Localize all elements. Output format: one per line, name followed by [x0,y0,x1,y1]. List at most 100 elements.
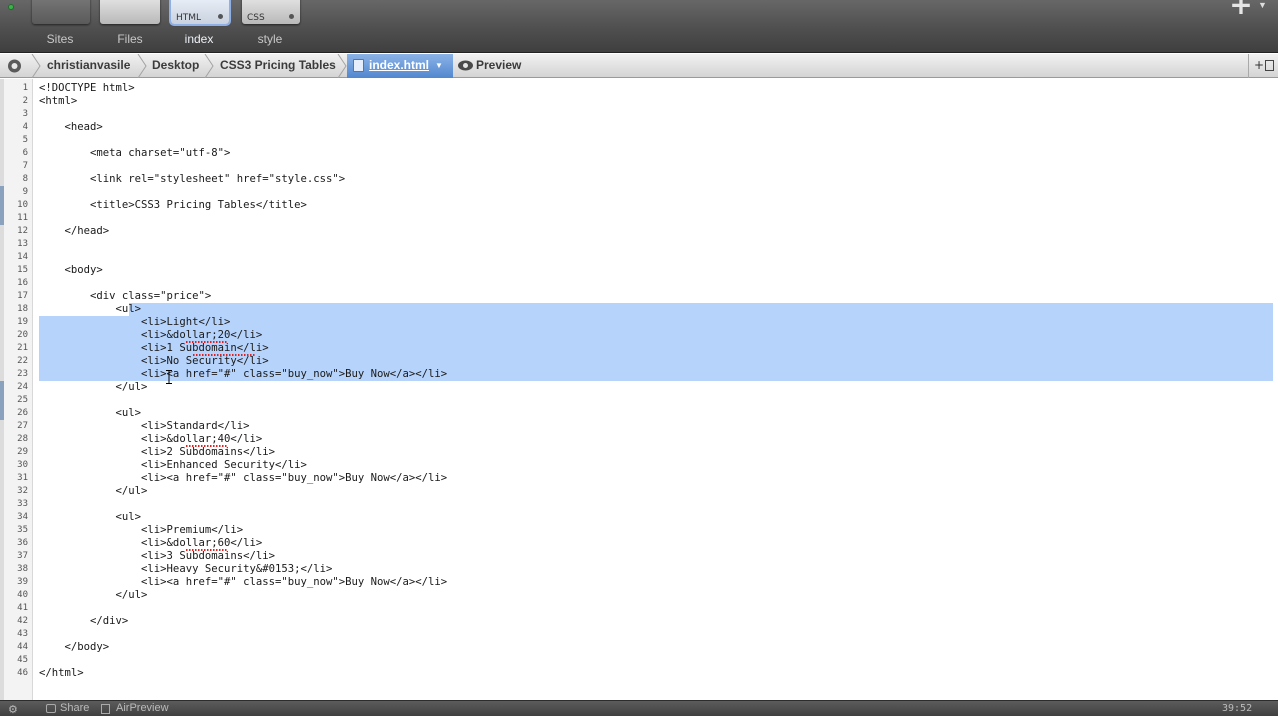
line-number: 21 [17,343,28,353]
coda-window: Sites Files HTML index CSS style + ▼ chr… [0,0,1278,716]
tab-label: Sites [46,32,74,46]
line-number: 31 [17,473,28,483]
line-number: 12 [17,226,28,236]
code-line: <li>Light</li> [39,316,231,328]
line-number: 32 [17,486,28,496]
chevron-down-icon: ▼ [435,61,443,70]
code-line: </head> [39,225,110,237]
split-view-icon[interactable] [1265,60,1274,71]
gear-icon[interactable] [6,58,23,74]
code-line: <li>Premium</li> [39,524,244,536]
top-tab-bar: Sites Files HTML index CSS style + ▼ [0,0,1278,53]
share-icon [46,704,56,713]
eye-icon[interactable] [457,59,474,72]
code-line: <li>&dollar;60</li> [39,537,263,549]
code-line: <li>&dollar;20</li> [39,329,263,341]
line-number: 36 [17,538,28,548]
status-bar: ⚙ Share AirPreview 39:52 [0,700,1278,716]
line-number: 13 [17,239,28,249]
line-number: 24 [17,382,28,392]
line-number: 5 [22,135,28,145]
tab-index[interactable]: HTML index [163,0,235,53]
line-number: 14 [17,252,28,262]
preview-button[interactable]: Preview [476,54,521,77]
line-number: 10 [17,200,28,210]
line-number: 11 [17,213,28,223]
tab-dot-icon [289,14,294,19]
current-file-label: index.html [369,58,430,72]
line-number: 28 [17,434,28,444]
line-number: 29 [17,447,28,457]
tab-dot-icon [218,14,223,19]
code-line: <ul> [39,407,142,419]
tab-label: style [257,32,283,46]
code-line: <!DOCTYPE html> [39,82,135,94]
airpreview-button[interactable]: AirPreview [116,702,169,714]
line-number: 46 [17,668,28,678]
code-line: </div> [39,615,129,627]
code-line: <link rel="stylesheet" href="style.css"> [39,173,346,185]
tab-label: Files [117,32,143,46]
line-number: 41 [17,603,28,613]
code-line: <ul> [39,303,142,315]
line-number: 37 [17,551,28,561]
plus-icon[interactable]: + [1254,54,1264,77]
code-line: <div class="price"> [39,290,212,302]
tab-style[interactable]: CSS style [234,0,306,53]
line-number: 43 [17,629,28,639]
line-number: 8 [22,174,28,184]
line-number: 15 [17,265,28,275]
code-line: <li>Enhanced Security</li> [39,459,307,471]
code-line: <li>3 Subdomains</li> [39,550,275,562]
code-line: <li><a href="#" class="buy_now">Buy Now<… [39,472,448,484]
breadcrumb-item-project[interactable]: CSS3 Pricing Tables [220,54,336,78]
spellcheck-underline [186,445,228,447]
code-line: <li>Heavy Security&#0153;</li> [39,563,333,575]
breadcrumb: christianvasile Desktop CSS3 Pricing Tab… [0,54,1278,78]
breadcrumb-item-desktop[interactable]: Desktop [152,54,199,78]
line-number: 18 [17,304,28,314]
code-line: <li><a href="#" class="buy_now">Buy Now<… [39,368,448,380]
breadcrumb-current-file[interactable]: index.html ▼ [347,54,453,78]
code-line: <ul> [39,511,142,523]
code-line: <html> [39,95,78,107]
line-number: 35 [17,525,28,535]
breadcrumb-item-christianvasile[interactable]: christianvasile [47,54,130,78]
line-number: 3 [22,109,28,119]
pane-tools: + [1248,54,1278,78]
code-line: </body> [39,641,110,653]
line-number: 25 [17,395,28,405]
tab-sites[interactable]: Sites [24,0,96,53]
code-line: </ul> [39,381,148,393]
tab-files[interactable]: Files [94,0,166,53]
device-icon [101,704,110,714]
tab-thumbnail [32,0,90,24]
line-number: 27 [17,421,28,431]
line-number: 40 [17,590,28,600]
ibeam-cursor-icon [166,370,172,384]
status-dot-icon [8,4,14,10]
code-line: <li>2 Subdomains</li> [39,446,275,458]
line-number: 39 [17,577,28,587]
chevron-down-icon[interactable]: ▼ [1258,0,1267,10]
gear-icon[interactable]: ⚙ [8,703,18,716]
tab-label: index [184,32,214,46]
spellcheck-underline [193,354,256,356]
line-number: 30 [17,460,28,470]
html-file-icon [353,59,364,72]
line-number: 26 [17,408,28,418]
line-number: 7 [22,161,28,171]
line-number: 9 [22,187,28,197]
tab-thumbnail: CSS [242,0,300,24]
line-number: 16 [17,278,28,288]
chevron-right-icon [137,54,147,78]
share-button[interactable]: Share [60,702,89,714]
tab-thumbnail [100,0,160,24]
tab-thumbnail: HTML [171,0,229,24]
code-editor[interactable]: 1 2 3 4 5 6 7 8 9 10 11 12 13 14 15 16 17 18 19 20 21 22 23 24 2… [0,79,1278,700]
plus-icon[interactable]: + [1228,0,1254,19]
line-number: 33 [17,499,28,509]
code-line: <body> [39,264,103,276]
code-line: </ul> [39,485,148,497]
code-line: <meta charset="utf-8"> [39,147,231,159]
